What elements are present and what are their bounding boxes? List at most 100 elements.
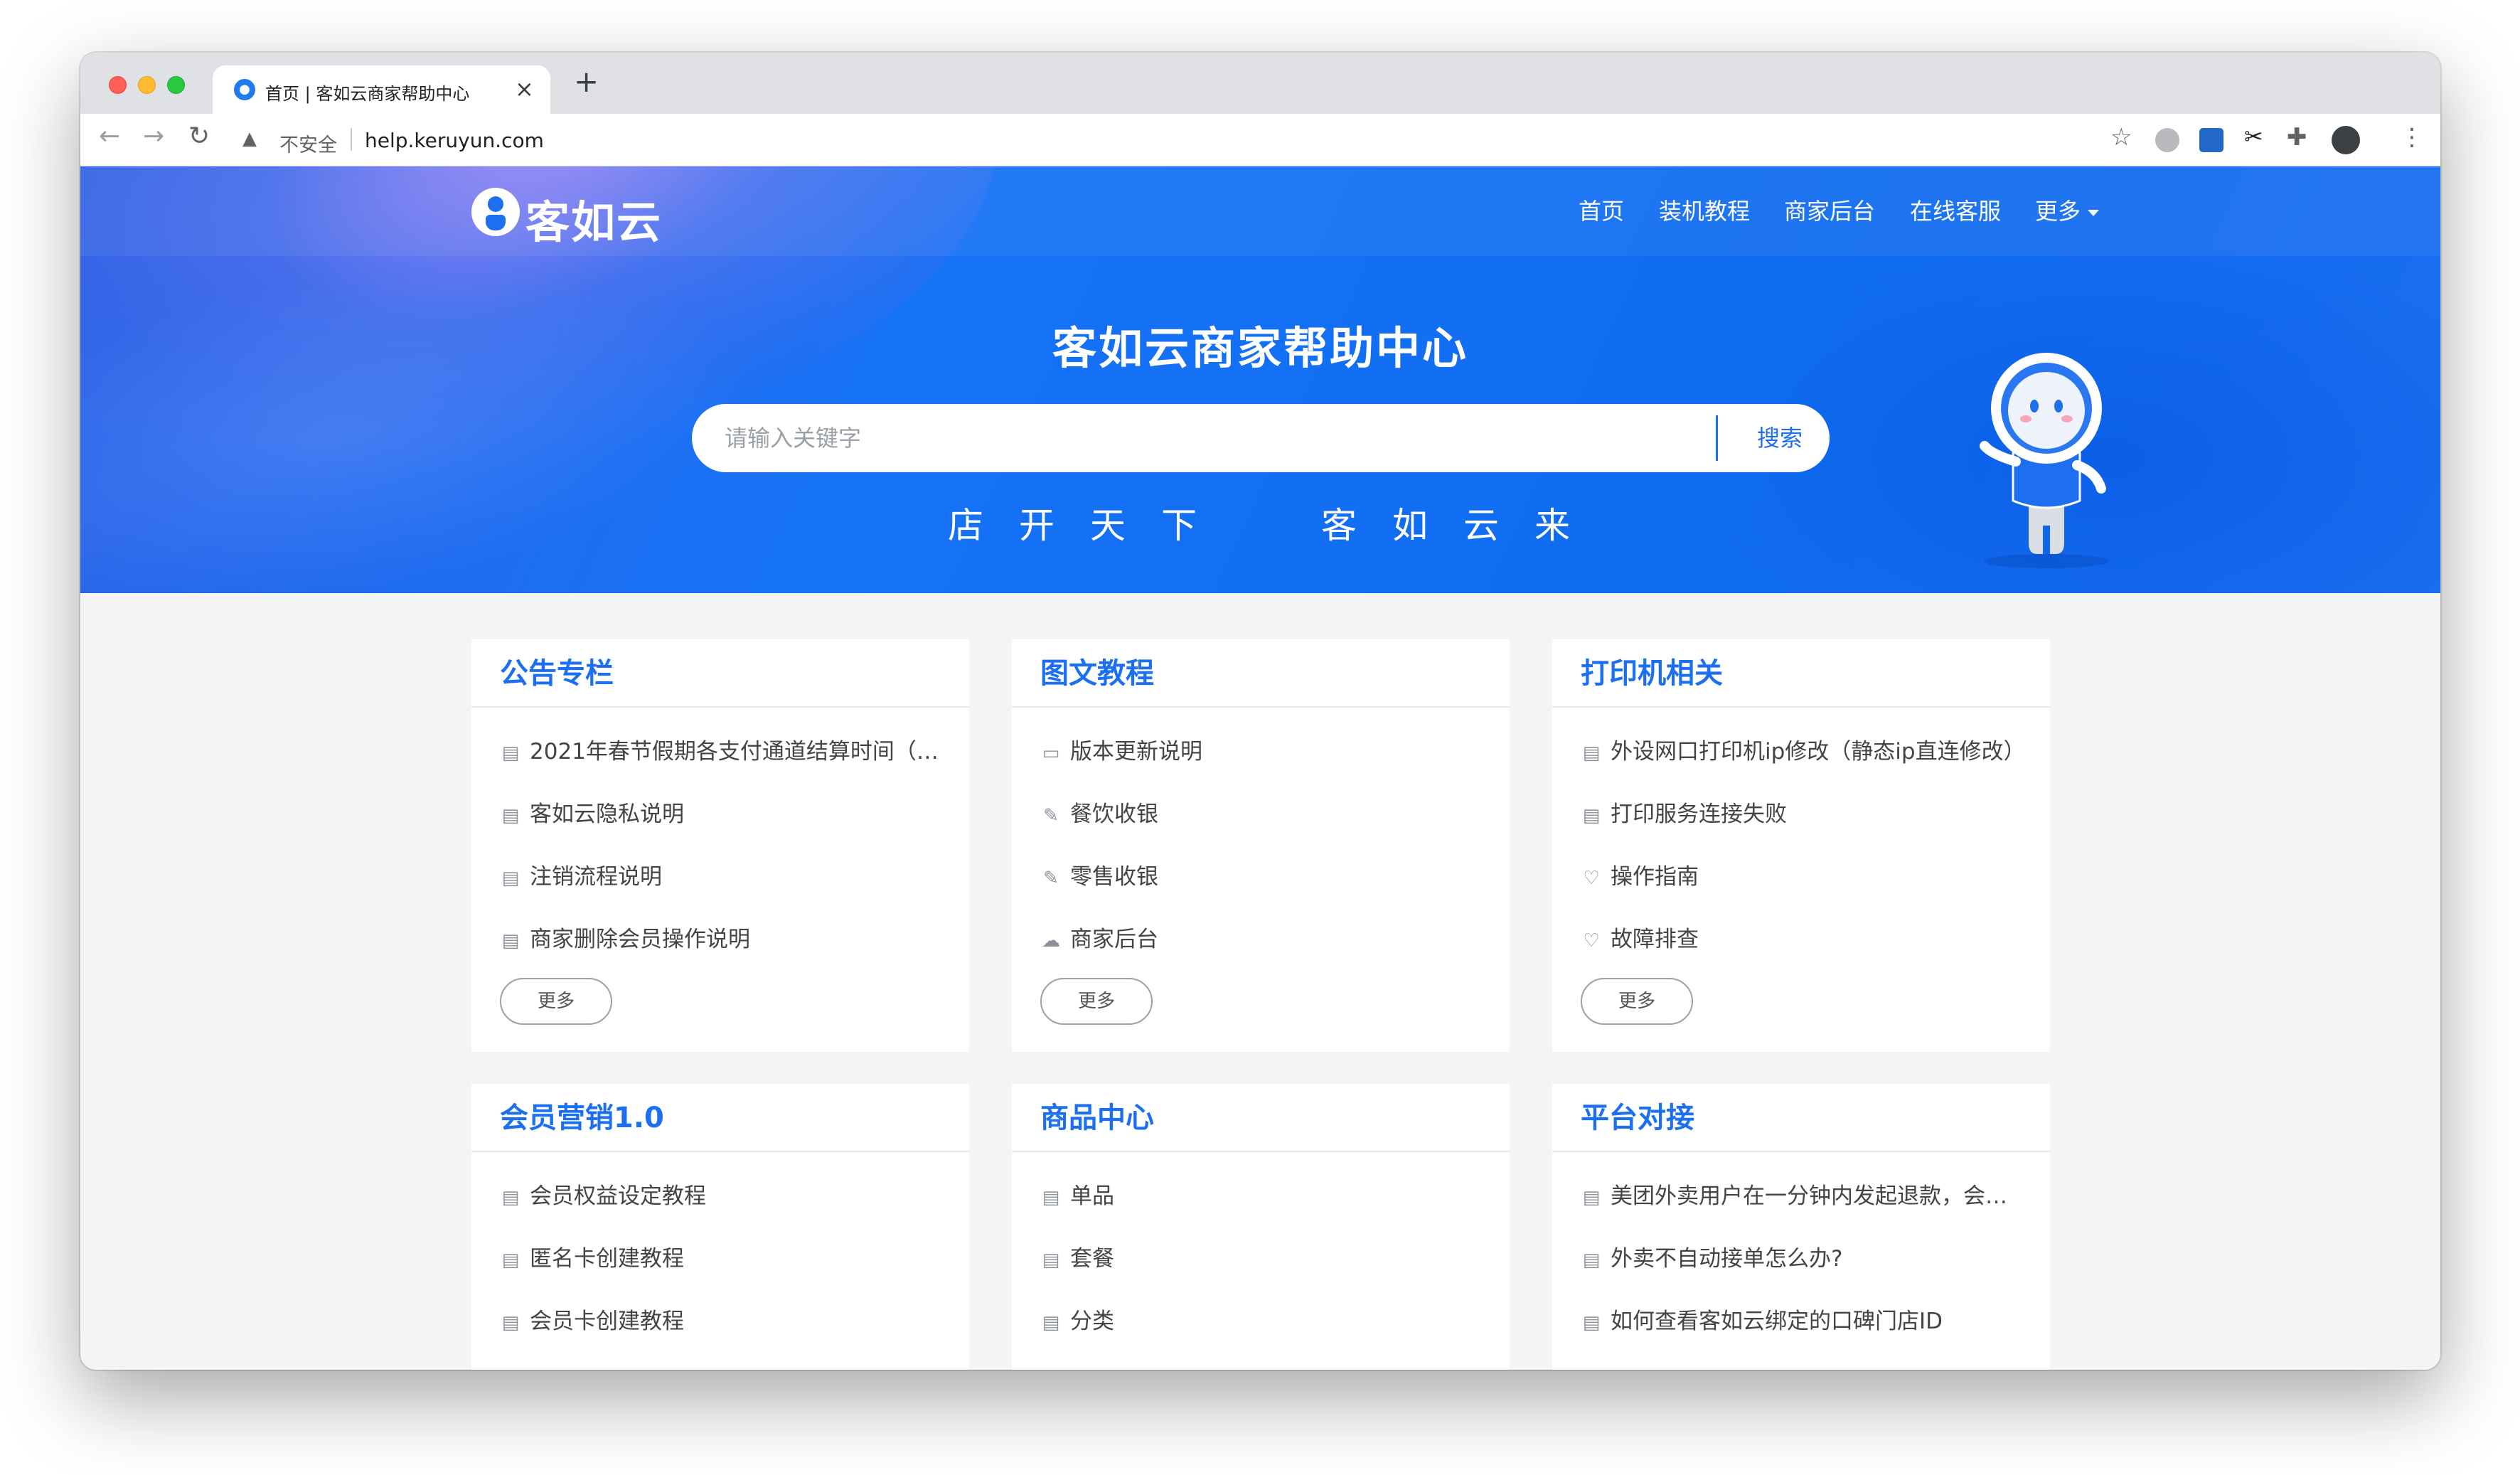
menu-icon[interactable]: ⋮ [2400, 125, 2424, 149]
mascot-cheek-right [2061, 415, 2073, 422]
search-input[interactable] [725, 417, 1649, 459]
tab-close-icon[interactable]: × [515, 75, 534, 102]
folder-icon: ▭ [1042, 742, 1060, 764]
doc-icon: ▤ [501, 868, 520, 889]
list-item-label: 外卖不自动接单怎么办? [1611, 1246, 1843, 1272]
card-title[interactable]: 公告专栏 [471, 639, 969, 708]
close-window-button[interactable] [109, 76, 127, 94]
card-title[interactable]: 图文教程 [1012, 639, 1510, 708]
more-button[interactable]: 更多 [1040, 978, 1153, 1025]
search-button[interactable]: 搜索 [1730, 404, 1830, 472]
list-item[interactable]: ▤ 美团外卖用户在一分钟内发起退款，会… [1581, 1165, 2050, 1228]
list-item-label: 商家删除会员操作说明 [530, 927, 750, 952]
warning-icon[interactable]: ▲ [242, 128, 257, 149]
browser-tab[interactable]: ● 首页 | 客如云商家帮助中心 × [213, 65, 550, 114]
list-item-label: 版本更新说明 [1070, 739, 1202, 765]
list-item[interactable]: ✎ 餐饮收银 [1040, 783, 1510, 846]
list-item[interactable]: ▤ 商家删除会员操作说明 [500, 908, 969, 971]
puzzle-icon[interactable]: ✚ [2287, 125, 2307, 149]
more-button[interactable]: 更多 [500, 978, 612, 1025]
reload-icon[interactable]: ↻ [188, 124, 210, 149]
doc-icon: ▤ [1582, 1312, 1601, 1333]
browser-titlebar: ● 首页 | 客如云商家帮助中心 × + [80, 53, 2440, 114]
list-item-label: 2021年春节假期各支付通道结算时间（2… [530, 739, 953, 765]
list-item[interactable]: ✎ 零售收银 [1040, 846, 1510, 908]
star-icon[interactable]: ☆ [2110, 125, 2132, 149]
list-item[interactable]: ▭ 版本更新说明 [1040, 720, 1510, 783]
caret-down-icon [2088, 209, 2100, 216]
card-tutorials: 图文教程 ▭ 版本更新说明 ✎ 餐饮收银 ✎ 零售收银 ☁ 商家后台 更多 [1012, 639, 1510, 1052]
list-item[interactable]: ▤ 会员权益设定教程 [500, 1165, 969, 1228]
list-item[interactable]: ▤ 分类 [1040, 1290, 1510, 1353]
back-icon[interactable]: ← [99, 124, 120, 149]
list-item-label: 如何查看客如云绑定的口碑门店ID [1611, 1309, 1943, 1334]
cloud-icon: ☁ [1042, 930, 1060, 952]
doc-icon: ▤ [1582, 805, 1601, 826]
list-item-label: 美团外卖用户在一分钟内发起退款，会… [1611, 1183, 2007, 1209]
nav-online-service[interactable]: 在线客服 [1910, 193, 2001, 226]
card-title[interactable]: 打印机相关 [1552, 639, 2050, 708]
nav-more-label: 更多 [2035, 198, 2081, 225]
nav-more[interactable]: 更多 [2035, 193, 2100, 226]
list-item[interactable]: ▤ 注销流程说明 [500, 846, 969, 908]
list-item[interactable]: ▤ 外卖不自动接单怎么办? [1581, 1228, 2050, 1290]
list-item[interactable]: ▤ 会员卡创建教程 [500, 1290, 969, 1353]
list-item[interactable]: ▤ 2021年春节假期各支付通道结算时间（2… [500, 720, 969, 783]
zoom-window-button[interactable] [167, 76, 185, 94]
list-item-label: 故障排查 [1611, 927, 1699, 952]
list-item-label: 打印服务连接失败 [1611, 802, 1787, 827]
search-divider [1716, 415, 1718, 461]
minimize-window-button[interactable] [138, 76, 156, 94]
tab-title: 首页 | 客如云商家帮助中心 [265, 84, 470, 104]
list-item-label: 零售收银 [1070, 864, 1158, 890]
doc-icon: ▤ [1582, 1250, 1601, 1271]
extension-icon[interactable] [2199, 128, 2223, 152]
list-item-label: 套餐 [1070, 1246, 1114, 1272]
nav-merchant-backend[interactable]: 商家后台 [1784, 193, 1875, 226]
list-item[interactable]: ▤ 外设网口打印机ip修改（静态ip直连修改） [1581, 720, 2050, 783]
card-list: ▭ 版本更新说明 ✎ 餐饮收银 ✎ 零售收银 ☁ 商家后台 [1012, 708, 1510, 971]
list-item[interactable]: ▤ 打印服务连接失败 [1581, 783, 2050, 846]
list-item-label: 商家后台 [1070, 927, 1158, 952]
card-title[interactable]: 平台对接 [1552, 1084, 2050, 1152]
list-item-label: 会员权益设定教程 [530, 1183, 706, 1209]
new-tab-icon[interactable]: + [574, 67, 599, 97]
card-title[interactable]: 会员营销1.0 [471, 1084, 969, 1152]
scissors-icon[interactable]: ✂ [2244, 125, 2263, 148]
card-title[interactable]: 商品中心 [1012, 1084, 1510, 1152]
card-platform-integration: 平台对接 ▤ 美团外卖用户在一分钟内发起退款，会… ▤ 外卖不自动接单怎么办? ▤ 如… [1552, 1084, 2050, 1370]
browser-window: ● 首页 | 客如云商家帮助中心 × + ← → ↻ ▲ 不安全 help.ke… [80, 53, 2440, 1370]
list-item[interactable]: ▤ 如何查看客如云绑定的口碑门店ID [1581, 1290, 2050, 1353]
card-printers: 打印机相关 ▤ 外设网口打印机ip修改（静态ip直连修改） ▤ 打印服务连接失败 ♡… [1552, 639, 2050, 1052]
list-item-label: 会员卡创建教程 [530, 1309, 684, 1334]
list-item[interactable]: ♡ 操作指南 [1581, 846, 2050, 908]
card-list: ▤ 单品 ▤ 套餐 ▤ 分类 [1012, 1152, 1510, 1353]
list-item[interactable]: ☁ 商家后台 [1040, 908, 1510, 971]
list-item-label: 外设网口打印机ip修改（静态ip直连修改） [1611, 739, 2026, 765]
page-content: 客如云 首页 装机教程 商家后台 在线客服 更多 客如云商家帮助中心 搜索 店开… [80, 166, 2440, 1370]
profile-icon[interactable] [2332, 126, 2360, 154]
list-item[interactable]: ▤ 单品 [1040, 1165, 1510, 1228]
favicon-icon: ● [234, 79, 255, 100]
mascot-illustration [1980, 353, 2109, 568]
card-member-marketing: 会员营销1.0 ▤ 会员权益设定教程 ▤ 匿名卡创建教程 ▤ 会员卡创建教程 [471, 1084, 969, 1370]
list-item[interactable]: ▤ 套餐 [1040, 1228, 1510, 1290]
doc-icon: ▤ [1042, 1187, 1060, 1208]
mascot-shadow [1984, 554, 2109, 568]
list-item-label: 餐饮收银 [1070, 802, 1158, 827]
list-item[interactable]: ♡ 故障排查 [1581, 908, 2050, 971]
security-label[interactable]: 不安全 [279, 129, 337, 157]
address-bar[interactable]: ▲ 不安全 help.keruyun.com [242, 121, 2162, 159]
nav-install-tutorial[interactable]: 装机教程 [1659, 193, 1750, 226]
doc-icon: ▤ [1042, 1250, 1060, 1271]
forward-icon[interactable]: → [143, 124, 164, 149]
list-item-label: 操作指南 [1611, 864, 1699, 890]
more-button[interactable]: 更多 [1581, 978, 1693, 1025]
heartbeat-icon: ♡ [1583, 930, 1600, 952]
nav-home[interactable]: 首页 [1579, 193, 1624, 226]
url-text[interactable]: help.keruyun.com [365, 129, 544, 152]
doc-icon: ▤ [501, 1250, 520, 1271]
extension-icon[interactable] [2155, 128, 2179, 152]
list-item[interactable]: ▤ 匿名卡创建教程 [500, 1228, 969, 1290]
list-item[interactable]: ▤ 客如云隐私说明 [500, 783, 969, 846]
